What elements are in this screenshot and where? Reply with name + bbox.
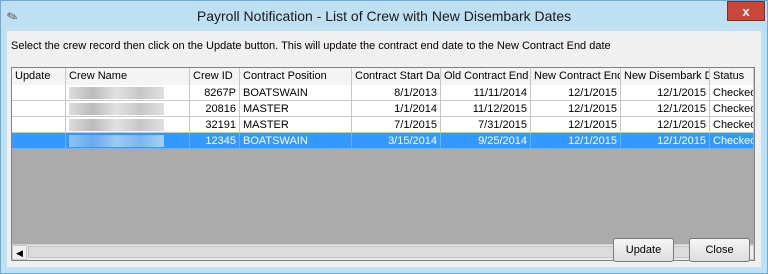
cell-crew-name <box>66 117 190 133</box>
cell-new-disembark-date: 12/1/2015 <box>621 117 710 133</box>
table-row[interactable]: 20816 MASTER 1/1/2014 11/12/2015 12/1/20… <box>12 101 754 117</box>
payroll-notification-window: ✎ Payroll Notification - List of Crew wi… <box>0 0 768 274</box>
column-header-crew-id[interactable]: Crew ID <box>190 68 240 85</box>
close-button[interactable]: Close <box>689 238 750 262</box>
cell-crew-id: 20816 <box>190 101 240 117</box>
cell-status: Checked-In <box>710 101 754 117</box>
cell-new-contract-end: 12/1/2015 <box>531 117 621 133</box>
title-bar[interactable]: ✎ Payroll Notification - List of Crew wi… <box>1 1 767 31</box>
cell-contract-start: 3/15/2014 <box>352 133 441 149</box>
cell-status: Checked-In <box>710 117 754 133</box>
column-header-contract-start-date[interactable]: Contract Start Date <box>352 68 441 85</box>
cell-update[interactable] <box>12 133 66 149</box>
cell-new-disembark-date: 12/1/2015 <box>621 133 710 149</box>
cell-contract-position: BOATSWAIN <box>240 85 352 101</box>
cell-update[interactable] <box>12 117 66 133</box>
grid-header: Update Crew Name Crew ID Contract Positi… <box>12 68 754 86</box>
cell-new-contract-end: 12/1/2015 <box>531 101 621 117</box>
cell-crew-name <box>66 101 190 117</box>
cell-contract-position: BOATSWAIN <box>240 133 352 149</box>
cell-contract-position: MASTER <box>240 117 352 133</box>
redacted-name <box>69 87 164 99</box>
cell-old-contract-end: 11/11/2014 <box>441 85 531 101</box>
cell-new-disembark-date: 12/1/2015 <box>621 85 710 101</box>
cell-contract-start: 8/1/2013 <box>352 85 441 101</box>
scroll-left-icon[interactable]: ◀ <box>12 245 27 260</box>
cell-old-contract-end: 11/12/2015 <box>441 101 531 117</box>
column-header-old-contract-end[interactable]: Old Contract End <box>441 68 531 85</box>
redacted-name <box>69 135 164 147</box>
cell-crew-name <box>66 133 190 149</box>
table-row-selected[interactable]: 12345 BOATSWAIN 3/15/2014 9/25/2014 12/1… <box>12 133 754 149</box>
column-header-new-contract-end[interactable]: New Contract End <box>531 68 621 85</box>
window-title: Payroll Notification - List of Crew with… <box>196 8 572 24</box>
table-row[interactable]: 32191 MASTER 7/1/2015 7/31/2015 12/1/201… <box>12 117 754 133</box>
cell-update[interactable] <box>12 85 66 101</box>
cell-status: Checked-In <box>710 85 754 101</box>
table-row[interactable]: 8267P BOATSWAIN 8/1/2013 11/11/2014 12/1… <box>12 85 754 101</box>
client-area: Select the crew record then click on the… <box>7 31 761 267</box>
cell-crew-id: 8267P <box>190 85 240 101</box>
cell-crew-id: 32191 <box>190 117 240 133</box>
instructions-text: Select the crew record then click on the… <box>11 40 611 52</box>
column-header-update[interactable]: Update <box>12 68 66 85</box>
cell-update[interactable] <box>12 101 66 117</box>
column-header-new-disembark-date[interactable]: New Disembark Date <box>621 68 710 85</box>
window-close-button[interactable]: x <box>727 1 765 21</box>
column-header-status[interactable]: Status <box>710 68 754 85</box>
cell-old-contract-end: 9/25/2014 <box>441 133 531 149</box>
redacted-name <box>69 119 164 131</box>
column-header-crew-name[interactable]: Crew Name <box>66 68 190 85</box>
cell-contract-start: 7/1/2015 <box>352 117 441 133</box>
cell-contract-start: 1/1/2014 <box>352 101 441 117</box>
column-header-contract-position[interactable]: Contract Position <box>240 68 352 85</box>
cell-new-contract-end: 12/1/2015 <box>531 133 621 149</box>
cell-status: Checked-In <box>710 133 754 149</box>
redacted-name <box>69 103 164 115</box>
cell-old-contract-end: 7/31/2015 <box>441 117 531 133</box>
cell-crew-id: 12345 <box>190 133 240 149</box>
update-button[interactable]: Update <box>613 238 674 262</box>
cell-crew-name <box>66 85 190 101</box>
crew-grid[interactable]: Update Crew Name Crew ID Contract Positi… <box>11 67 755 261</box>
cell-new-disembark-date: 12/1/2015 <box>621 101 710 117</box>
cell-new-contract-end: 12/1/2015 <box>531 85 621 101</box>
cell-contract-position: MASTER <box>240 101 352 117</box>
